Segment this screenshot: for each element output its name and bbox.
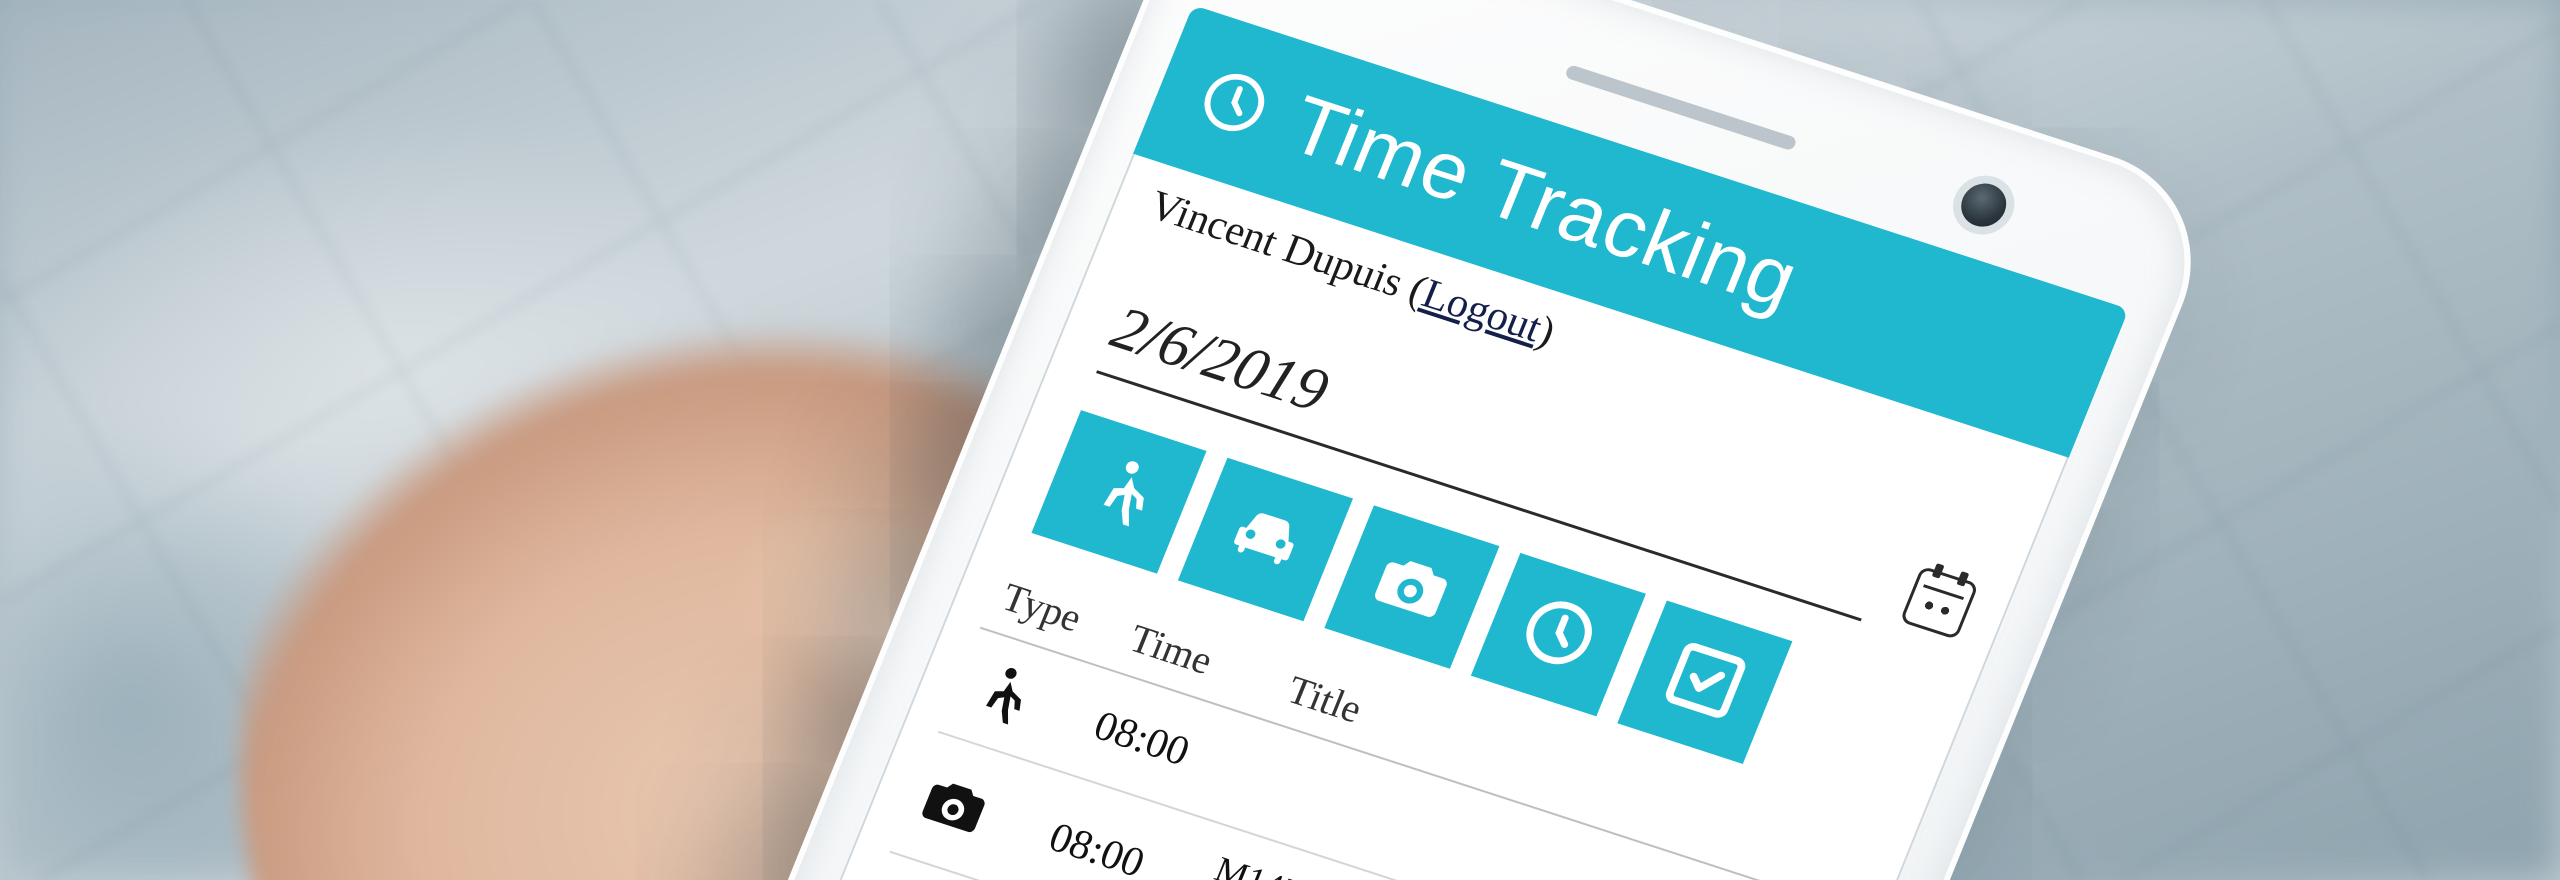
- walk-icon: [956, 652, 1083, 747]
- entry-time: 08:00: [1087, 702, 1238, 790]
- calendar-button[interactable]: [1899, 566, 1979, 640]
- clock-icon: [1507, 585, 1610, 684]
- logout-link[interactable]: Logout: [1416, 271, 1549, 351]
- car-icon: [1214, 490, 1317, 589]
- action-drive[interactable]: [1178, 458, 1353, 621]
- check-icon: [1653, 633, 1756, 732]
- action-walk[interactable]: [1031, 410, 1206, 573]
- camera-icon: [911, 764, 1038, 859]
- action-time[interactable]: [1471, 553, 1646, 716]
- action-confirm[interactable]: [1617, 601, 1792, 764]
- entry-time: 08:00: [1042, 814, 1193, 880]
- action-photo[interactable]: [1324, 505, 1499, 668]
- walk-icon: [1068, 443, 1171, 542]
- clock-icon: [1188, 59, 1281, 146]
- camera-icon: [1361, 538, 1464, 637]
